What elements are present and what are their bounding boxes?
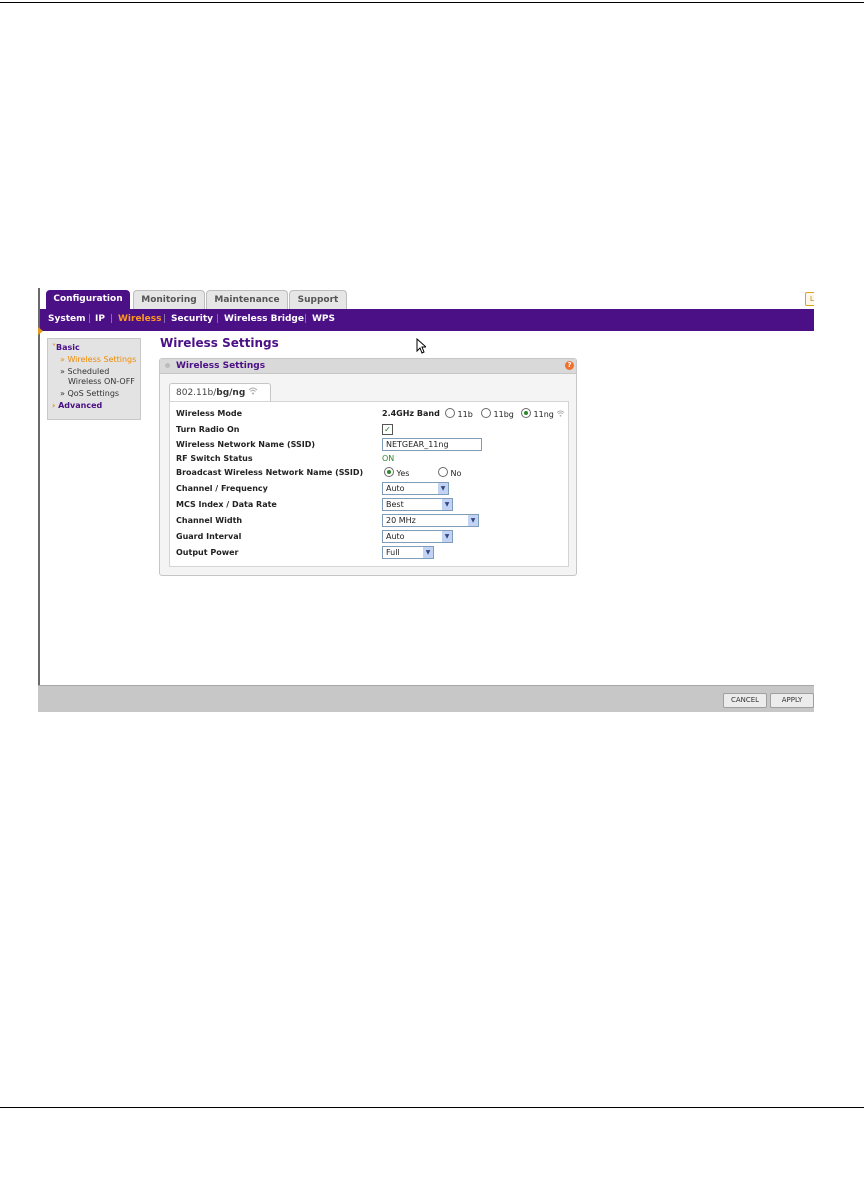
cancel-button[interactable]: CANCEL bbox=[723, 693, 767, 708]
radio-11ng[interactable] bbox=[521, 408, 531, 418]
subnav-ip[interactable]: IP bbox=[95, 314, 105, 324]
menu-item-scheduled[interactable]: » Scheduled bbox=[60, 367, 109, 376]
chevron-down-icon[interactable]: ▼ bbox=[442, 499, 452, 510]
mode-tab-prefix: 802.11b/ bbox=[176, 388, 217, 398]
mcs-label: MCS Index / Data Rate bbox=[176, 500, 277, 509]
subnav-wireless[interactable]: Wireless bbox=[118, 314, 161, 324]
wifi-icon bbox=[248, 387, 258, 395]
collapse-icon[interactable] bbox=[165, 363, 170, 368]
panel-header: Wireless Settings ? bbox=[160, 359, 576, 374]
chevron-down-icon[interactable]: ▼ bbox=[468, 515, 478, 526]
wireless-mode-label: Wireless Mode bbox=[176, 409, 243, 418]
menu-item-qos-settings[interactable]: » QoS Settings bbox=[60, 389, 119, 398]
router-admin-screenshot: Configuration Monitoring Maintenance Sup… bbox=[38, 288, 814, 712]
mode-11b[interactable]: 11b bbox=[445, 408, 473, 419]
channel-select[interactable]: Auto ▼ bbox=[382, 482, 449, 495]
panel-title: Wireless Settings bbox=[176, 361, 266, 371]
chevron-down-icon[interactable]: ▼ bbox=[423, 547, 433, 558]
band-label: 2.4GHz Band bbox=[382, 409, 440, 418]
corner-marker bbox=[38, 327, 43, 335]
ssid-input[interactable]: NETGEAR_11ng bbox=[382, 438, 482, 451]
menu-advanced[interactable]: › Advanced bbox=[52, 401, 102, 410]
guard-interval-select[interactable]: Auto ▼ bbox=[382, 530, 453, 543]
tab-maintenance[interactable]: Maintenance bbox=[206, 290, 288, 309]
subnav-security[interactable]: Security bbox=[171, 314, 213, 324]
chevron-down-icon[interactable]: ▼ bbox=[442, 531, 452, 542]
tab-80211-bgng[interactable]: 802.11b/bg/ng bbox=[169, 383, 271, 402]
page-bottom-rule bbox=[0, 1107, 864, 1108]
radio-11b[interactable] bbox=[445, 408, 455, 418]
apply-button[interactable]: APPLY bbox=[770, 693, 814, 708]
wireless-form: Wireless Mode 2.4GHz Band 11b 11bg 11ng … bbox=[169, 401, 569, 567]
menu-item-wireless-on-off[interactable]: Wireless ON-OFF bbox=[68, 377, 135, 386]
subnav-system[interactable]: System bbox=[48, 314, 86, 324]
rf-switch-label: RF Switch Status bbox=[176, 454, 253, 463]
turn-radio-on-label: Turn Radio On bbox=[176, 425, 240, 434]
mode-11ng[interactable]: 11ng bbox=[521, 408, 565, 419]
output-power-label: Output Power bbox=[176, 548, 239, 557]
turn-radio-on-checkbox[interactable]: ✓ bbox=[382, 424, 393, 435]
output-power-select[interactable]: Full ▼ bbox=[382, 546, 434, 559]
radio-broadcast-no[interactable] bbox=[438, 467, 448, 477]
ssid-label: Wireless Network Name (SSID) bbox=[176, 440, 316, 449]
sub-navigation: System | IP | Wireless | Security | Wire… bbox=[40, 309, 814, 331]
channel-width-label: Channel Width bbox=[176, 516, 243, 525]
tab-monitoring[interactable]: Monitoring bbox=[133, 290, 205, 309]
subnav-wps[interactable]: WPS bbox=[312, 314, 335, 324]
broadcast-no[interactable]: No bbox=[438, 467, 461, 478]
page-title: Wireless Settings bbox=[160, 336, 279, 350]
frame-edge bbox=[38, 288, 40, 712]
rf-switch-status: ON bbox=[382, 454, 395, 463]
cursor-icon bbox=[416, 337, 428, 358]
mcs-select[interactable]: Best ▼ bbox=[382, 498, 453, 511]
subnav-wireless-bridge[interactable]: Wireless Bridge bbox=[224, 314, 304, 324]
page-top-rule bbox=[0, 2, 864, 3]
broadcast-yes[interactable]: Yes bbox=[384, 467, 409, 478]
tab-support[interactable]: Support bbox=[289, 290, 347, 309]
radio-broadcast-yes[interactable] bbox=[384, 467, 394, 477]
channel-label: Channel / Frequency bbox=[176, 484, 268, 493]
radio-11bg[interactable] bbox=[481, 408, 491, 418]
action-bar bbox=[38, 685, 814, 712]
menu-item-wireless-settings[interactable]: » Wireless Settings bbox=[60, 355, 136, 364]
mode-11bg[interactable]: 11bg bbox=[481, 408, 514, 419]
tab-configuration[interactable]: Configuration bbox=[46, 290, 130, 309]
wireless-settings-panel: Wireless Settings ? 802.11b/bg/ng Wirele… bbox=[159, 358, 577, 576]
channel-width-select[interactable]: 20 MHz ▼ bbox=[382, 514, 479, 527]
left-menu: ˅Basic » Wireless Settings » Scheduled W… bbox=[47, 338, 141, 420]
broadcast-ssid-label: Broadcast Wireless Network Name (SSID) bbox=[176, 468, 364, 477]
guard-interval-label: Guard Interval bbox=[176, 532, 242, 541]
help-icon[interactable]: ? bbox=[565, 361, 574, 370]
logout-icon[interactable]: L bbox=[805, 292, 814, 306]
mode-tab-bold: bg/ng bbox=[216, 388, 246, 398]
menu-basic[interactable]: ˅Basic bbox=[52, 343, 80, 352]
chevron-down-icon[interactable]: ▼ bbox=[438, 483, 448, 494]
wifi-icon bbox=[557, 410, 565, 417]
